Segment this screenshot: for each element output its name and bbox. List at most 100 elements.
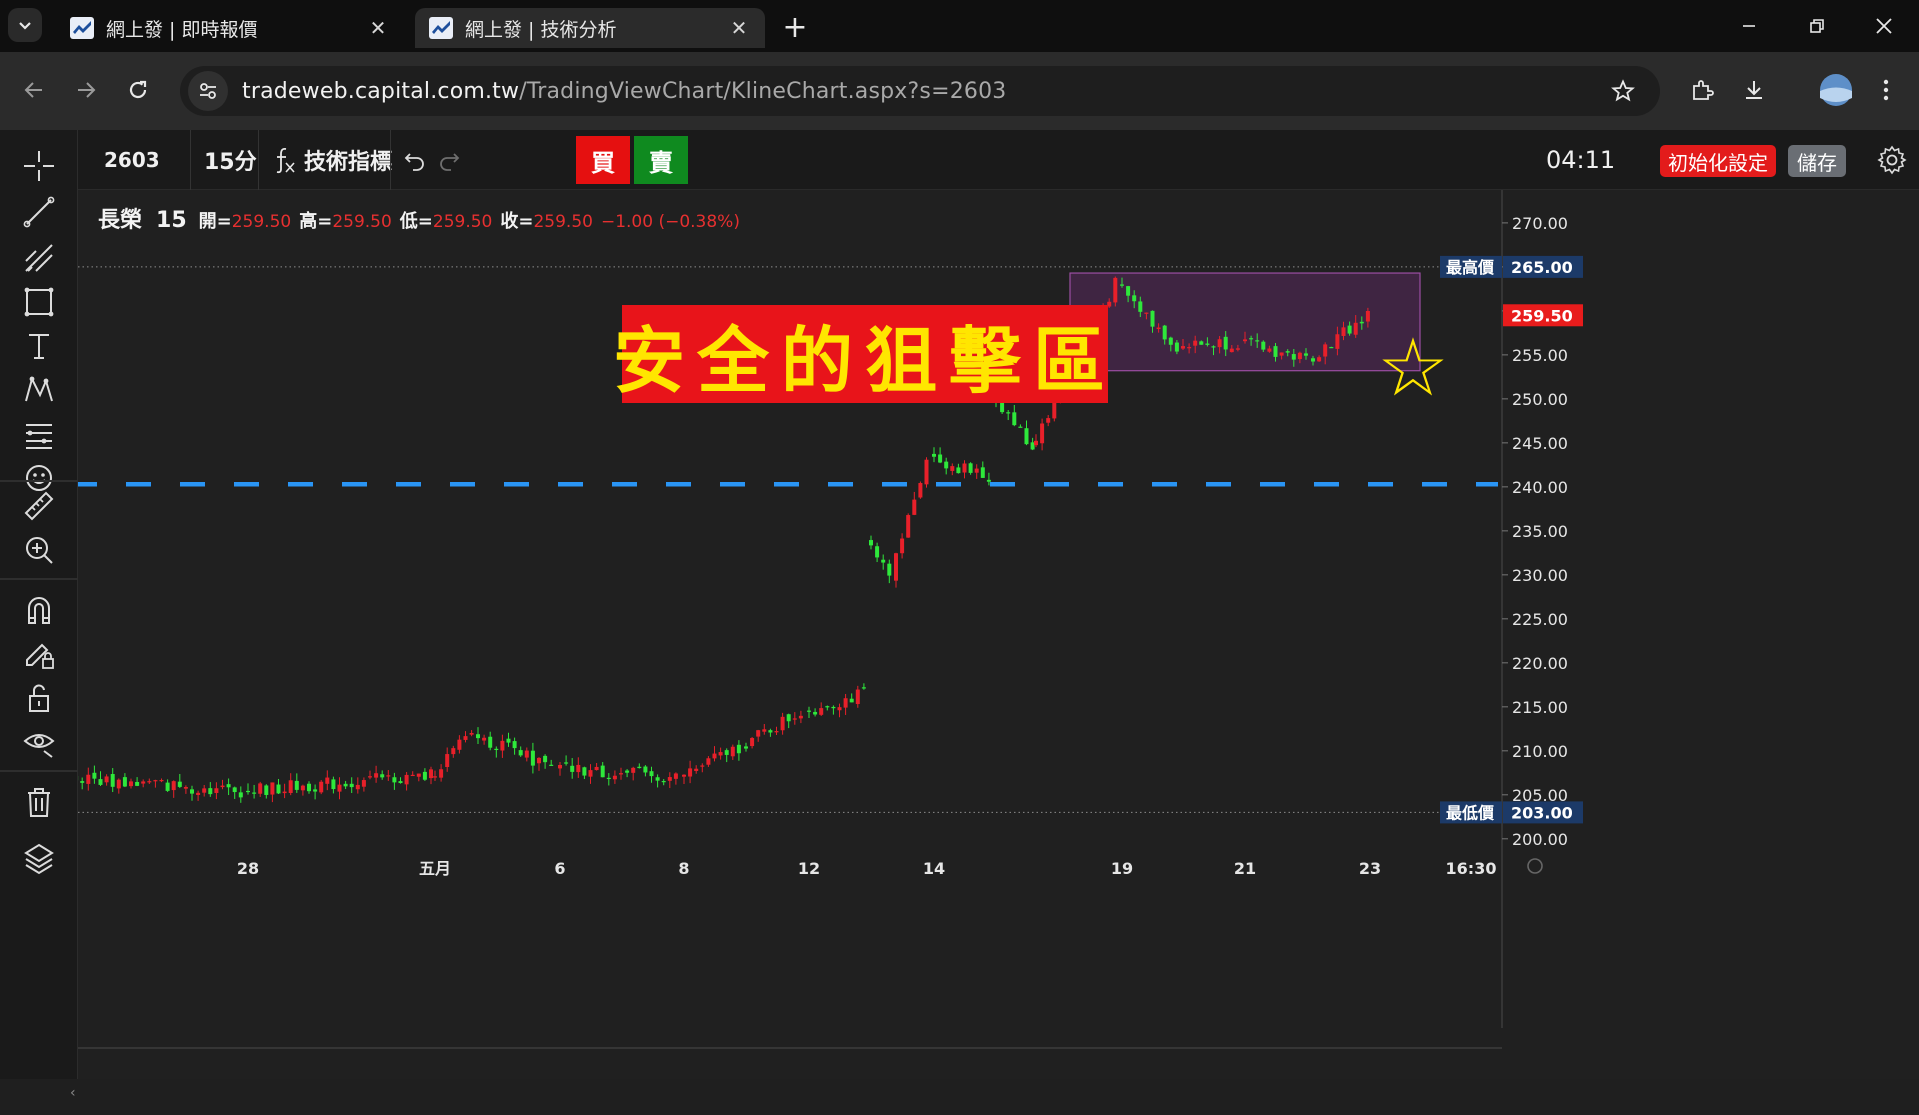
legend-close-value: 259.50	[533, 212, 592, 232]
unlock-icon	[22, 681, 56, 715]
crosshair-tool[interactable]	[19, 146, 59, 186]
candle-body	[706, 758, 710, 764]
restore-button[interactable]	[1782, 0, 1852, 52]
symbol-search-button[interactable]: 2603	[104, 130, 160, 190]
ruler-tool[interactable]	[19, 486, 59, 526]
tab-search-button[interactable]	[8, 8, 42, 42]
site-info-button[interactable]	[188, 71, 228, 111]
tab-close-icon[interactable]: ✕	[366, 16, 390, 40]
candle-body	[1163, 326, 1167, 340]
candle-body	[307, 784, 311, 791]
candle-body	[1040, 424, 1044, 444]
legend-low-label: 低=	[400, 207, 433, 233]
candle-body	[1132, 295, 1136, 301]
pattern-tool[interactable]	[19, 370, 59, 410]
low-price-tag: 最低價	[1446, 803, 1495, 822]
candle-body	[1311, 358, 1315, 361]
candle-body	[558, 765, 562, 768]
annotation-banner[interactable]: 安全的狙擊區	[622, 305, 1108, 403]
url-text: tradeweb.capital.com.tw/TradingViewChart…	[242, 79, 1007, 104]
time-axis-label: 23	[1359, 859, 1381, 878]
candle-body	[380, 774, 384, 777]
candle-body	[470, 733, 474, 735]
save-button[interactable]: 儲存	[1788, 145, 1846, 177]
annotation-star-icon[interactable]: ☆	[1377, 321, 1449, 414]
address-bar[interactable]: tradeweb.capital.com.tw/TradingViewChart…	[180, 66, 1660, 116]
candle-body	[386, 775, 390, 776]
extensions-button[interactable]	[1682, 70, 1722, 110]
candle-body	[956, 467, 960, 473]
candle-body	[1323, 344, 1327, 356]
candle-body	[944, 462, 948, 469]
browser-tab-strip: 網上發 | 即時報價 ✕ 網上發 | 技術分析 ✕ +	[0, 0, 1919, 52]
close-window-button[interactable]	[1849, 0, 1919, 52]
candle-body	[476, 734, 480, 738]
sell-button[interactable]: 賣	[634, 136, 688, 184]
topbar-divider	[390, 130, 391, 190]
fib-retracement-tool[interactable]	[19, 414, 59, 454]
candle-body	[135, 782, 139, 786]
candle-body	[457, 740, 461, 750]
new-tab-button[interactable]: +	[778, 12, 812, 46]
browser-menu-button[interactable]	[1866, 70, 1906, 110]
candle-body	[613, 776, 617, 780]
tab-technical-analysis[interactable]: 網上發 | 技術分析 ✕	[415, 8, 765, 48]
indicators-button[interactable]: 技術指標	[272, 130, 392, 190]
object-tree-tool[interactable]	[19, 838, 59, 878]
chart-area[interactable]: ☆275.00270.00265.00260.00255.00250.00245…	[78, 190, 1919, 1079]
candle-body	[283, 792, 287, 793]
high-price-badge: 265.00	[1511, 258, 1573, 277]
magnet-icon	[22, 593, 56, 627]
reset-settings-button[interactable]: 初始化設定	[1660, 145, 1776, 177]
candle-body	[1193, 341, 1197, 346]
lock-drawings-tool[interactable]	[19, 678, 59, 718]
redo-button[interactable]	[438, 130, 460, 190]
candle-body	[1169, 338, 1173, 345]
candle-body	[500, 741, 504, 751]
magnet-tool[interactable]	[19, 590, 59, 630]
server-clock: 04:11	[1546, 130, 1615, 190]
candle-body	[682, 775, 686, 777]
close-icon	[1875, 17, 1893, 35]
collapse-toolbar-chevron-icon[interactable]: ‹	[70, 1085, 80, 1115]
reload-button[interactable]	[118, 70, 158, 110]
candle-body	[1304, 353, 1308, 355]
minimize-button[interactable]	[1714, 0, 1784, 52]
remove-drawings-tool[interactable]	[19, 782, 59, 822]
chart-settings-button[interactable]	[1872, 140, 1912, 180]
rectangle-tool[interactable]	[19, 282, 59, 322]
candle-body	[750, 738, 754, 746]
candle-body	[117, 780, 121, 789]
tab-realtime-quote[interactable]: 網上發 | 即時報價 ✕	[56, 8, 404, 48]
price-axis-label: 230.00	[1512, 566, 1568, 585]
bookmark-button[interactable]	[1604, 72, 1642, 110]
price-axis-label: 225.00	[1512, 610, 1568, 629]
high-price-tag: 最高價	[1446, 258, 1495, 277]
profile-avatar-button[interactable]	[1814, 68, 1858, 112]
buy-button[interactable]: 買	[576, 136, 630, 184]
time-axis-label: 21	[1234, 859, 1256, 878]
hide-drawings-tool[interactable]	[19, 722, 59, 762]
candle-body	[178, 782, 182, 787]
candle-body	[221, 786, 225, 788]
text-tool[interactable]	[19, 326, 59, 366]
candle-body	[756, 730, 760, 736]
downloads-button[interactable]	[1734, 70, 1774, 110]
candle-body	[656, 777, 660, 780]
zoom-in-tool[interactable]	[19, 530, 59, 570]
price-axis-label: 200.00	[1512, 830, 1568, 849]
candle-body	[482, 738, 486, 741]
pitchfork-tool[interactable]	[19, 238, 59, 278]
interval-button[interactable]: 15分	[204, 130, 257, 190]
candle-body	[1218, 339, 1222, 347]
legend-close-label: 收=	[500, 207, 533, 233]
forward-button[interactable]	[66, 70, 106, 110]
tab-close-icon[interactable]: ✕	[727, 16, 751, 40]
url-host: tradeweb.capital.com.tw	[242, 79, 519, 104]
undo-button[interactable]	[404, 130, 426, 190]
trend-line-tool[interactable]	[19, 192, 59, 232]
candle-body	[445, 754, 449, 767]
candle-body	[417, 774, 421, 777]
stay-in-drawing-mode-tool[interactable]	[19, 634, 59, 674]
back-button[interactable]	[14, 70, 54, 110]
